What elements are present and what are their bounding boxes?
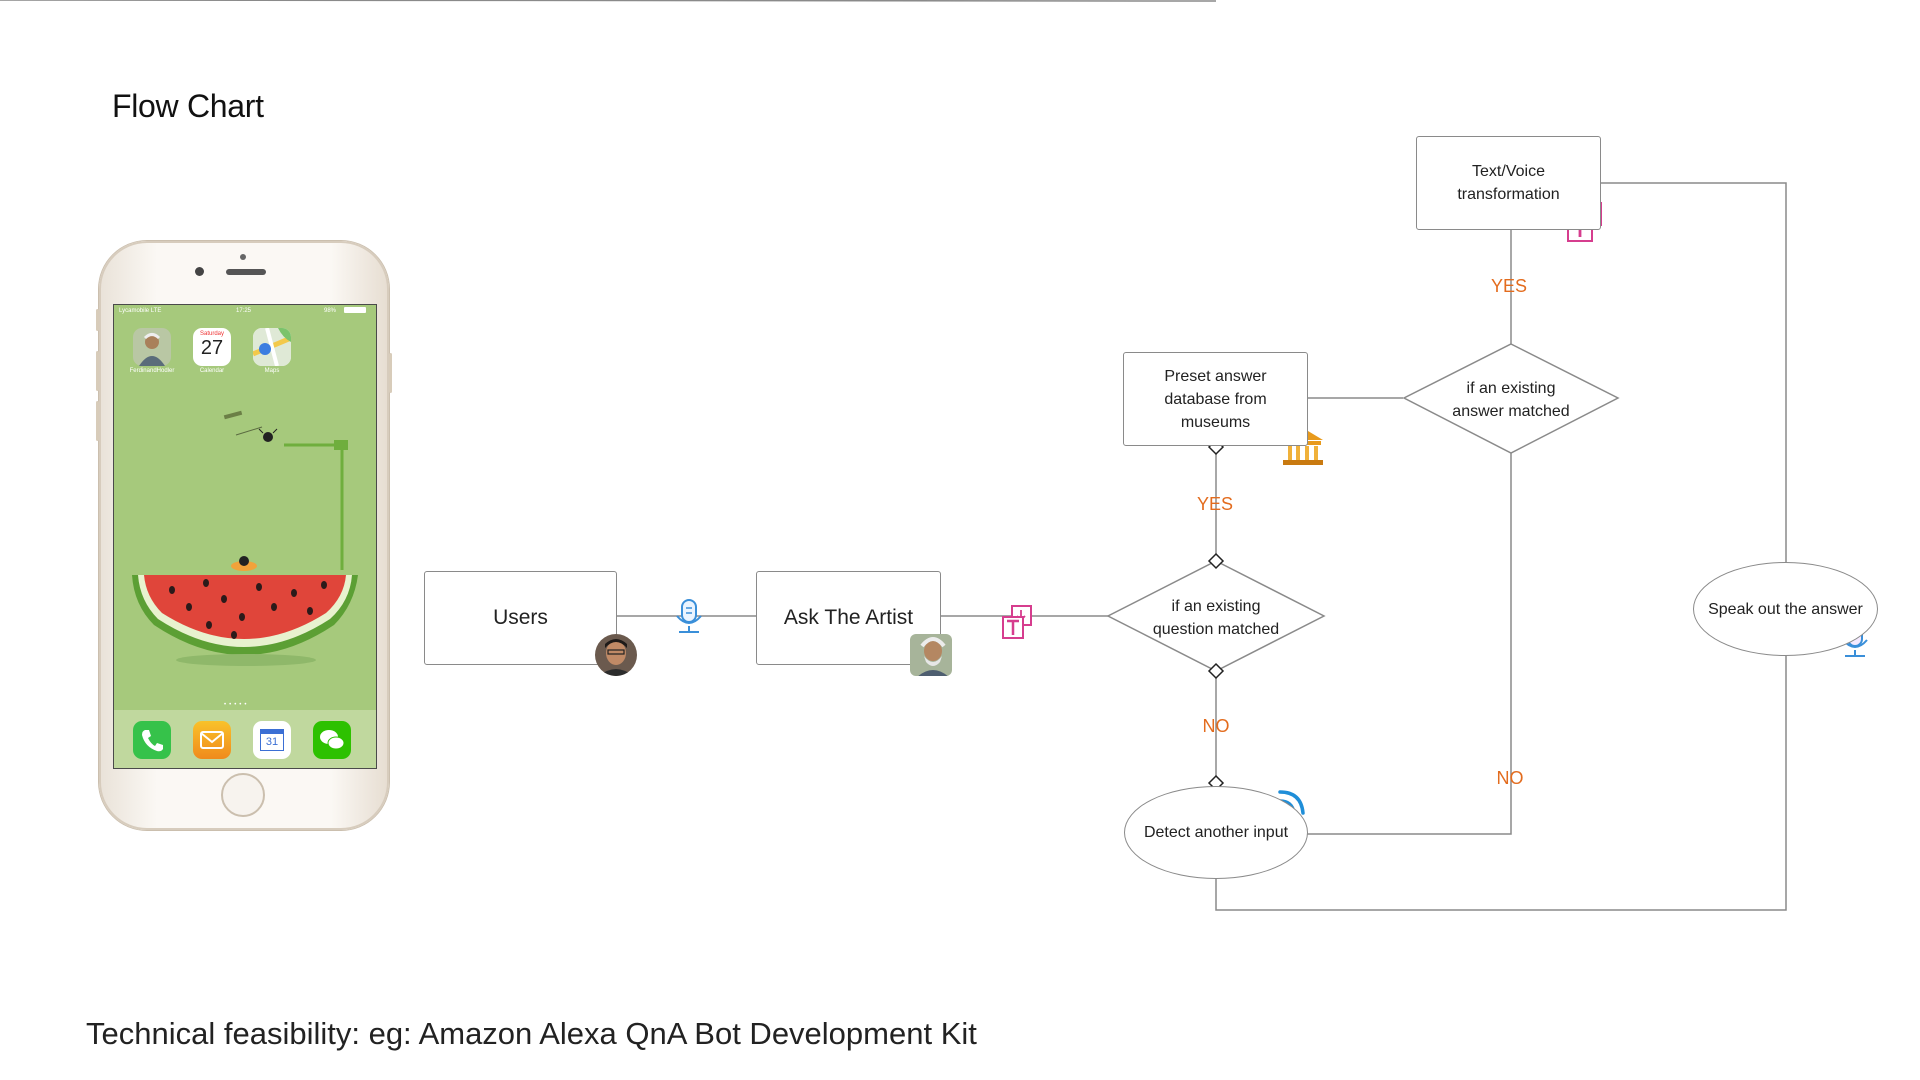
text-voice-line-2: transformation xyxy=(1457,186,1560,203)
node-preset-answer-database[interactable]: Preset answer database from museums xyxy=(1123,352,1308,446)
edge-answer-no-to-detect xyxy=(1306,453,1512,835)
preset-db-line-1: Preset answer xyxy=(1164,367,1267,385)
edge-label-yes: YES xyxy=(1490,276,1528,296)
node-answer-matched[interactable]: if an existing answer matched xyxy=(1452,377,1569,423)
node-detect-another-input[interactable]: Detect another input xyxy=(1124,786,1308,879)
node-users-label: Users xyxy=(493,606,548,629)
preset-db-line-2: database from xyxy=(1164,390,1267,408)
speak-out-label: Speak out the answer xyxy=(1708,600,1863,618)
detect-input-label: Detect another input xyxy=(1143,824,1289,841)
answer-matched-line-2: answer matched xyxy=(1452,403,1570,420)
edge-label-no: NO xyxy=(1496,768,1524,788)
node-text-voice-transformation[interactable]: Text/Voice transformation xyxy=(1416,136,1601,230)
node-question-matched[interactable]: if an existing question matched xyxy=(1153,595,1279,641)
answer-matched-line-1: if an existing xyxy=(1466,380,1556,397)
edge-transform-to-speak xyxy=(1600,182,1787,563)
artist-avatar xyxy=(910,634,952,676)
edge-label-yes: YES xyxy=(1196,494,1234,514)
node-ask-the-artist-label: Ask The Artist xyxy=(783,606,914,629)
node-speak-out-the-answer[interactable]: Speak out the answer xyxy=(1693,562,1878,656)
question-matched-line-2: question matched xyxy=(1152,621,1280,638)
footer-note: Technical feasibility: eg: Amazon Alexa … xyxy=(86,1016,977,1051)
text-voice-line-1: Text/Voice xyxy=(1472,163,1545,180)
node-users[interactable]: Users xyxy=(424,571,617,665)
user-avatar xyxy=(595,634,637,676)
flow-connectors xyxy=(0,0,1868,911)
question-matched-line-1: if an existing xyxy=(1171,598,1261,615)
translate-icon xyxy=(1002,605,1032,639)
preset-db-line-3: museums xyxy=(1180,413,1251,431)
edge-label-no: NO xyxy=(1202,716,1230,736)
